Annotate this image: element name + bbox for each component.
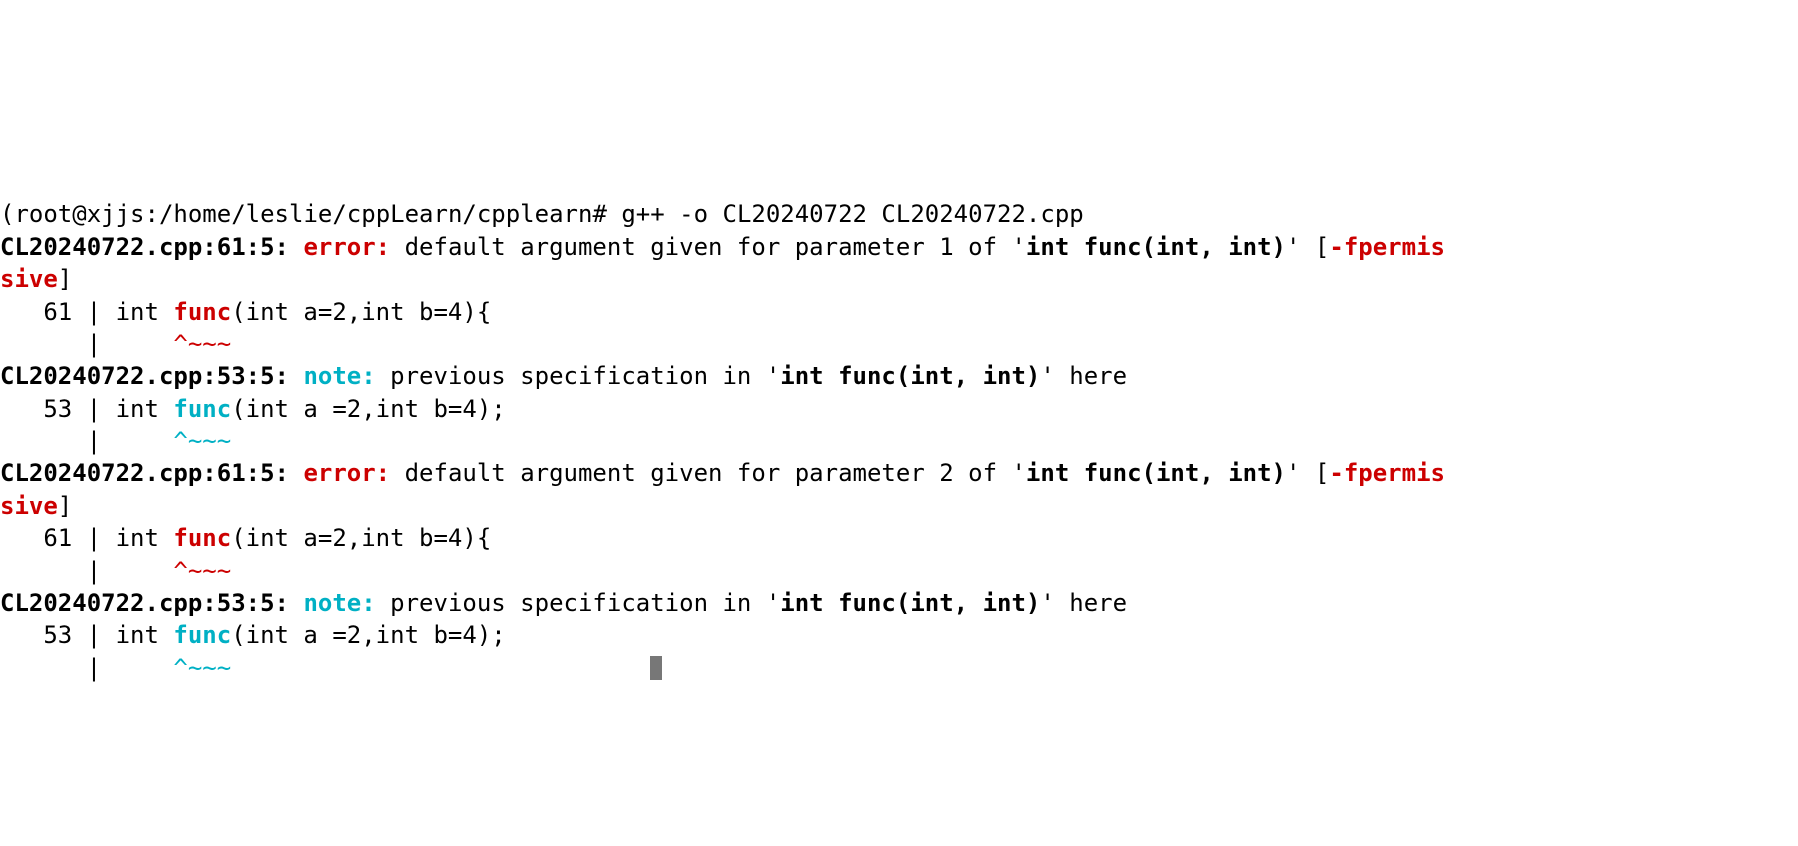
gutter-53-caret: | — [0, 427, 116, 455]
context-61b-caret: | ^~~~ — [0, 557, 231, 585]
gutter-53: 53 | — [0, 395, 116, 423]
note-1-line: CL20240722.cpp:53:5: note: previous spec… — [0, 362, 1127, 390]
terminal-cursor — [650, 656, 662, 680]
caret-marker: ^~~~ — [173, 654, 231, 682]
note-tag: note: — [303, 362, 390, 390]
note-2-msg-b: ' here — [1040, 589, 1127, 617]
note-1-signature: int func(int, int) — [780, 362, 1040, 390]
error-2-location: CL20240722.cpp:61:5: — [0, 459, 303, 487]
ctx53-caret-pad — [116, 427, 174, 455]
ctx61b-post: (int a=2,int b=4){ — [231, 524, 491, 552]
note-2-location: CL20240722.cpp:53:5: — [0, 589, 303, 617]
context-53b-code: 53 | int func(int a =2,int b=4); — [0, 621, 506, 649]
ctx53-id: func — [173, 395, 231, 423]
ctx61-pre: int — [116, 298, 174, 326]
error-1-line-b: sive] — [0, 265, 72, 293]
ctx61-post: (int a=2,int b=4){ — [231, 298, 491, 326]
error-2-close: ] — [58, 492, 72, 520]
prompt-line: (root@xjjs:/home/leslie/cppLearn/cpplear… — [0, 200, 1084, 228]
context-61-caret: | ^~~~ — [0, 330, 231, 358]
note-2-msg-a: previous specification in ' — [390, 589, 780, 617]
gutter-61b: 61 | — [0, 524, 116, 552]
error-1-signature: int func(int, int) — [1026, 233, 1286, 261]
gutter-53b: 53 | — [0, 621, 116, 649]
error-2-msg-a: default argument given for parameter 2 o… — [405, 459, 1026, 487]
gutter-61b-caret: | — [0, 557, 116, 585]
error-1-location: CL20240722.cpp:61:5: — [0, 233, 303, 261]
note-2-line: CL20240722.cpp:53:5: note: previous spec… — [0, 589, 1127, 617]
error-1-line-a: CL20240722.cpp:61:5: error: default argu… — [0, 233, 1445, 261]
note-1-msg-a: previous specification in ' — [390, 362, 780, 390]
ctx53-post: (int a =2,int b=4); — [231, 395, 506, 423]
gutter-61-caret: | — [0, 330, 116, 358]
error-1-msg-b: ' [ — [1286, 233, 1329, 261]
context-53-caret: | ^~~~ — [0, 427, 231, 455]
context-53-code: 53 | int func(int a =2,int b=4); — [0, 395, 506, 423]
ctx61b-caret-pad — [116, 557, 174, 585]
error-2-line-b: sive] — [0, 492, 72, 520]
error-tag: error: — [303, 233, 404, 261]
gutter-61: 61 | — [0, 298, 116, 326]
gutter-53b-caret: | — [0, 654, 116, 682]
context-61-code: 61 | int func(int a=2,int b=4){ — [0, 298, 491, 326]
error-2-line-a: CL20240722.cpp:61:5: error: default argu… — [0, 459, 1445, 487]
command-text: g++ -o CL20240722 CL20240722.cpp — [621, 200, 1083, 228]
ctx53b-id: func — [173, 621, 231, 649]
prompt-cwd: /home/leslie/cppLearn/cpplearn — [159, 200, 592, 228]
caret-marker: ^~~~ — [173, 330, 231, 358]
note-tag: note: — [303, 589, 390, 617]
ctx61b-id: func — [173, 524, 231, 552]
error-2-msg-b: ' [ — [1286, 459, 1329, 487]
ctx53b-post: (int a =2,int b=4); — [231, 621, 506, 649]
ctx61b-pre: int — [116, 524, 174, 552]
error-tag: error: — [303, 459, 404, 487]
prompt-cut: ( — [0, 200, 14, 228]
context-53b-caret: | ^~~~ — [0, 654, 662, 682]
error-1-msg-a: default argument given for parameter 1 o… — [405, 233, 1026, 261]
prompt-hash: # — [592, 200, 621, 228]
error-2-flag: -fpermis — [1329, 459, 1445, 487]
prompt-userhost: root@xjjs — [14, 200, 144, 228]
error-2-signature: int func(int, int) — [1026, 459, 1286, 487]
prompt-sep: : — [145, 200, 159, 228]
ctx61-id: func — [173, 298, 231, 326]
caret-marker: ^~~~ — [173, 557, 231, 585]
terminal-output[interactable]: (root@xjjs:/home/leslie/cppLearn/cpplear… — [0, 162, 1798, 684]
caret-marker: ^~~~ — [173, 427, 231, 455]
error-1-close: ] — [58, 265, 72, 293]
note-1-location: CL20240722.cpp:53:5: — [0, 362, 303, 390]
ctx61-caret-pad — [116, 330, 174, 358]
error-1-flag: -fpermis — [1329, 233, 1445, 261]
ctx53-pre: int — [116, 395, 174, 423]
note-1-msg-b: ' here — [1040, 362, 1127, 390]
error-1-wrap: sive — [0, 265, 58, 293]
ctx53b-pre: int — [116, 621, 174, 649]
ctx53b-caret-pad — [116, 654, 174, 682]
context-61b-code: 61 | int func(int a=2,int b=4){ — [0, 524, 491, 552]
note-2-signature: int func(int, int) — [780, 589, 1040, 617]
error-2-wrap: sive — [0, 492, 58, 520]
